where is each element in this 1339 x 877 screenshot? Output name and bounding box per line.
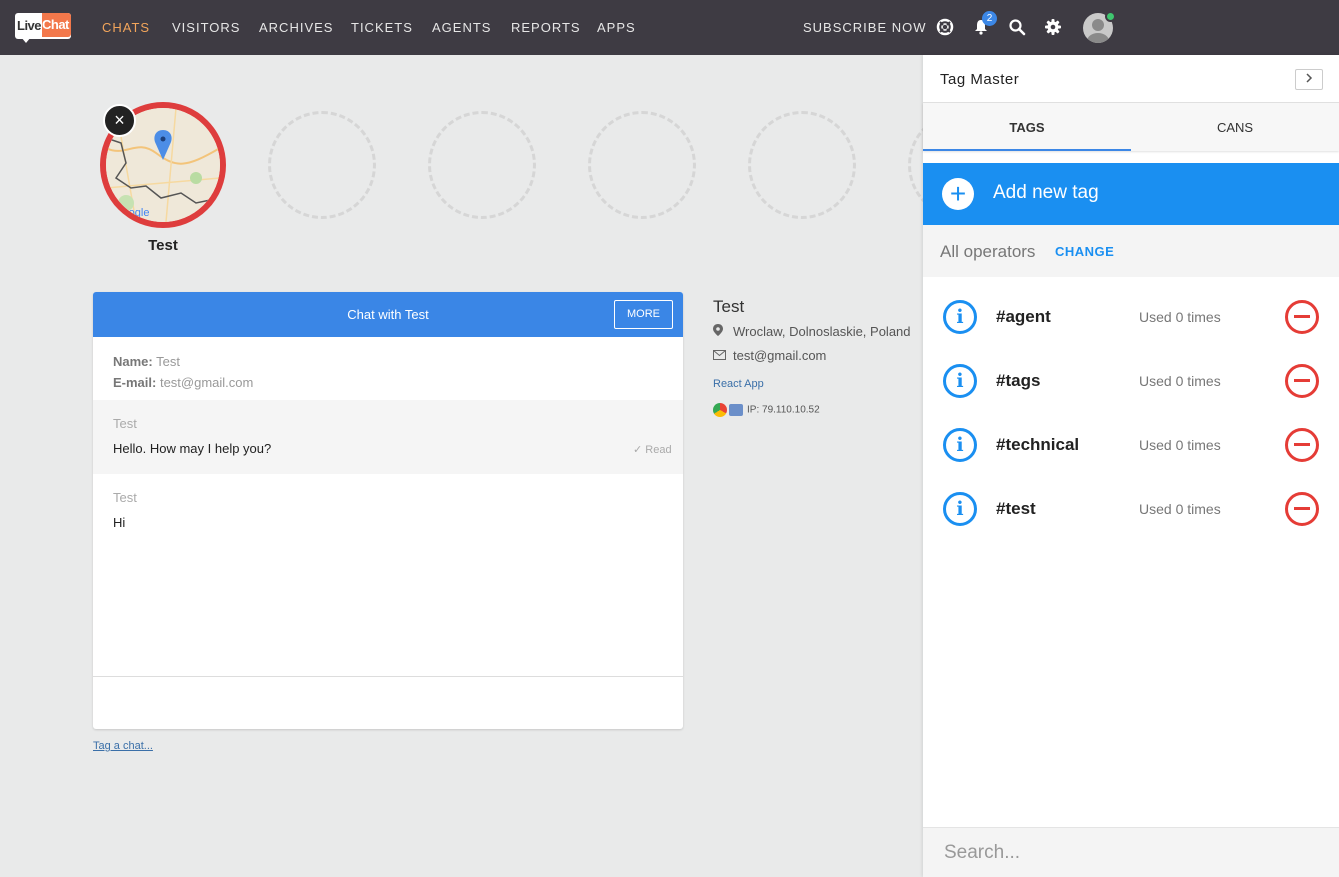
read-status-label: Read [645, 444, 672, 456]
message-author: Test [113, 416, 137, 431]
tag-row: i #agent Used 0 times [923, 286, 1339, 350]
online-status-dot [1105, 11, 1116, 22]
message-text: Hi [113, 515, 126, 530]
ip-row: IP: 79.110.10.52 [713, 403, 820, 417]
chat-window: Chat with Test MORE Name: Test E-mail: t… [93, 292, 683, 729]
add-tag-label: Add new tag [993, 182, 1099, 203]
nav-tickets[interactable]: TICKETS [351, 20, 413, 35]
tag-search-input[interactable] [923, 828, 1339, 877]
tag-row: i #tags Used 0 times [923, 350, 1339, 414]
close-visitor-button[interactable]: × [103, 104, 136, 137]
add-new-tag-button[interactable]: + Add new tag [923, 163, 1339, 225]
remove-icon[interactable] [1285, 364, 1319, 398]
tag-usage: Used 0 times [1139, 309, 1221, 325]
details-location: Wroclaw, Dolnoslaskie, Poland [713, 324, 911, 339]
livechat-logo[interactable]: Live Chat [15, 13, 71, 43]
name-value: Test [156, 354, 180, 369]
change-operators-link[interactable]: CHANGE [1055, 244, 1114, 259]
name-label: Name: [113, 354, 153, 369]
operators-filter: All operators CHANGE [923, 225, 1339, 277]
chat-header: Chat with Test MORE [93, 292, 683, 337]
panel-tabs: TAGS CANS [923, 103, 1339, 151]
tab-tags[interactable]: TAGS [923, 120, 1131, 135]
nav-apps[interactable]: APPS [597, 20, 636, 35]
nav-visitors[interactable]: VISITORS [172, 20, 240, 35]
tag-search-bar [923, 827, 1339, 877]
info-icon[interactable]: i [943, 364, 977, 398]
chrome-icon [713, 403, 727, 417]
location-pin-icon [713, 324, 727, 339]
tag-name: #technical [996, 435, 1080, 454]
empty-visitor-slot [588, 111, 696, 219]
info-icon[interactable]: i [943, 492, 977, 526]
nav-reports[interactable]: REPORTS [511, 20, 581, 35]
nav-agents[interactable]: AGENTS [432, 20, 491, 35]
email-text: test@gmail.com [733, 348, 827, 363]
notification-badge: 2 [982, 11, 997, 26]
visitor-name: Test [148, 237, 178, 254]
tag-row: i #technical Used 0 times [923, 414, 1339, 478]
chat-title: Chat with Test [347, 307, 429, 322]
support-icon[interactable] [936, 18, 954, 36]
message-input-area[interactable] [93, 677, 683, 729]
remove-icon[interactable] [1285, 300, 1319, 334]
subscribe-now-link[interactable]: SUBSCRIBE NOW [803, 20, 927, 35]
location-text: Wroclaw, Dolnoslaskie, Poland [733, 324, 911, 339]
details-visitor-name: Test [713, 297, 745, 316]
more-button[interactable]: MORE [614, 300, 673, 329]
read-status: ✓ Read [633, 444, 672, 456]
logo-text-chat: Chat [42, 13, 71, 37]
remove-icon[interactable] [1285, 428, 1319, 462]
message-author: Test [113, 490, 137, 505]
search-icon[interactable] [1008, 18, 1026, 36]
nav-archives[interactable]: ARCHIVES [259, 20, 333, 35]
tag-usage: Used 0 times [1139, 437, 1221, 453]
visitor-info: Name: Test E-mail: test@gmail.com [113, 351, 253, 393]
nav-chats[interactable]: CHATS [102, 20, 150, 35]
visited-page-link[interactable]: React App [713, 378, 764, 390]
info-icon[interactable]: i [943, 428, 977, 462]
collapse-panel-button[interactable] [1295, 69, 1323, 90]
empty-visitor-slot [748, 111, 856, 219]
remove-icon[interactable] [1285, 492, 1319, 526]
plus-icon: + [942, 178, 974, 210]
top-navigation-bar: Live Chat CHATS VISITORS ARCHIVES TICKET… [0, 0, 1339, 55]
envelope-icon [713, 349, 727, 363]
email-value: test@gmail.com [159, 375, 254, 390]
tag-master-panel: Tag Master TAGS CANS + Add new tag All o… [923, 55, 1339, 877]
tag-name: #test [996, 499, 1036, 518]
info-icon[interactable]: i [943, 300, 977, 334]
tag-usage: Used 0 times [1139, 501, 1221, 517]
ip-address: IP: 79.110.10.52 [747, 404, 820, 416]
gear-icon[interactable] [1044, 18, 1062, 36]
tag-a-chat-link[interactable]: Tag a chat... [93, 740, 153, 752]
logo-bubble-tail [21, 37, 31, 43]
tag-name: #agent [996, 307, 1051, 326]
empty-visitor-slot [428, 111, 536, 219]
panel-title: Tag Master [940, 71, 1020, 88]
chevron-right-icon [1306, 73, 1313, 83]
tag-usage: Used 0 times [1139, 373, 1221, 389]
message-text: Hello. How may I help you? [113, 441, 272, 456]
tab-cans[interactable]: CANS [1131, 120, 1339, 135]
tag-row: i #test Used 0 times [923, 478, 1339, 542]
tag-name: #tags [996, 371, 1041, 390]
os-icon [729, 404, 743, 416]
email-label: E-mail: [113, 375, 157, 390]
chat-message: Test Hello. How may I help you? ✓ Read [93, 400, 683, 474]
empty-visitor-slot [268, 111, 376, 219]
active-tab-indicator [923, 149, 1131, 151]
details-email: test@gmail.com [713, 348, 826, 363]
logo-text-live: Live [17, 18, 42, 33]
operators-label: All operators [940, 242, 1036, 261]
map-brand: Google [114, 207, 149, 219]
